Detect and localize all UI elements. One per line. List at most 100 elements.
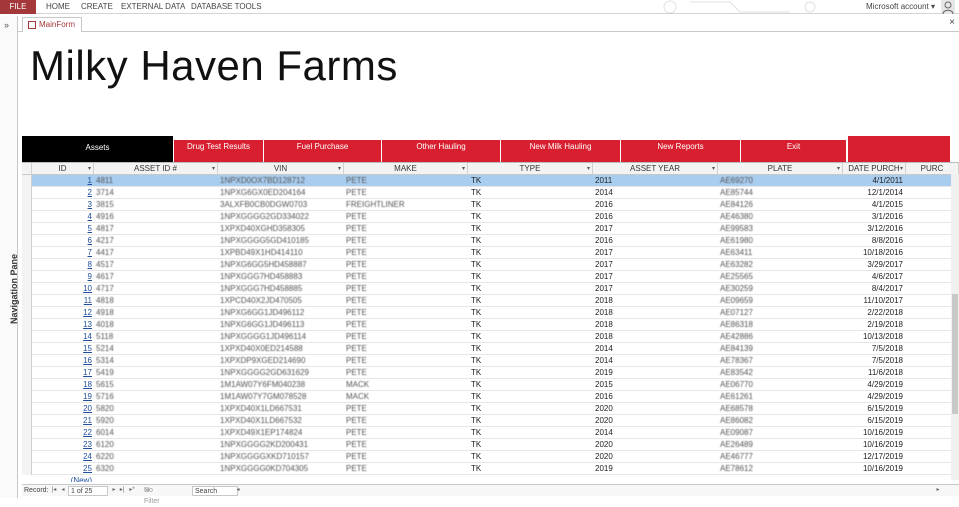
cell-plate[interactable]: AE46777	[720, 451, 840, 463]
column-header-make[interactable]: MAKE ▾	[344, 163, 468, 175]
cell-asset-year[interactable]: 2018	[595, 307, 715, 319]
cell-asset-year[interactable]: 2020	[595, 403, 715, 415]
cell-asset-id[interactable]: 5615	[96, 379, 216, 391]
fuel-purchase-button[interactable]: Fuel Purchase	[264, 140, 382, 162]
cell-type[interactable]: TK	[471, 391, 591, 403]
cell-asset-year[interactable]: 2014	[595, 187, 715, 199]
row-selector[interactable]	[22, 247, 32, 259]
cell-type[interactable]: TK	[471, 175, 591, 187]
cell-make[interactable]: PETE	[346, 451, 466, 463]
row-selector[interactable]	[22, 403, 32, 415]
cell-type[interactable]: TK	[471, 355, 591, 367]
cell-date-purch[interactable]: 3/29/2017	[845, 259, 903, 271]
assets-button[interactable]: Assets	[22, 136, 174, 162]
cell-type[interactable]: TK	[471, 331, 591, 343]
next-record-icon[interactable]: ▸	[110, 485, 118, 495]
cell-id[interactable]: 20	[32, 403, 92, 415]
cell-plate[interactable]: AE30259	[720, 283, 840, 295]
row-selector[interactable]	[22, 295, 32, 307]
cell-type[interactable]: TK	[471, 259, 591, 271]
cell-asset-year[interactable]: 2017	[595, 283, 715, 295]
cell-asset-id[interactable]: 5118	[96, 331, 216, 343]
row-selector[interactable]	[22, 355, 32, 367]
vertical-scrollbar[interactable]	[951, 174, 959, 480]
cell-id[interactable]: 23	[32, 439, 92, 451]
cell-type[interactable]: TK	[471, 187, 591, 199]
cell-make[interactable]: PETE	[346, 211, 466, 223]
cell-asset-id[interactable]: 4817	[96, 223, 216, 235]
row-selector[interactable]	[22, 319, 32, 331]
row-selector[interactable]	[22, 367, 32, 379]
table-row[interactable]: 13 4018 1NPXG6GG1JD496113 PETE TK 2018 AE86318…	[22, 319, 959, 331]
cell-date-purch[interactable]: 3/1/2016	[845, 211, 903, 223]
cell-type[interactable]: TK	[471, 247, 591, 259]
table-row[interactable]: 15 5214 1XPXD40X0ED214588 PETE TK 2014 AE84139…	[22, 343, 959, 355]
exit-button[interactable]: Exit	[741, 140, 847, 162]
cell-asset-id[interactable]: 5214	[96, 343, 216, 355]
cell-plate[interactable]: AE63411	[720, 247, 840, 259]
cell-asset-id[interactable]: 4818	[96, 295, 216, 307]
cell-id[interactable]: 22	[32, 427, 92, 439]
cell-id[interactable]: 18	[32, 379, 92, 391]
cell-make[interactable]: PETE	[346, 271, 466, 283]
cell-date-purch[interactable]: 4/6/2017	[845, 271, 903, 283]
row-selector[interactable]	[22, 283, 32, 295]
table-row[interactable]: 8 4517 1NPXG6GG5HD458887 PETE TK 2017 AE63282 3…	[22, 259, 959, 271]
cell-asset-year[interactable]: 2014	[595, 427, 715, 439]
cell-date-purch[interactable]: 7/5/2018	[845, 343, 903, 355]
cell-type[interactable]: TK	[471, 415, 591, 427]
cell-asset-year[interactable]: 2018	[595, 295, 715, 307]
search-input[interactable]: Search	[192, 486, 238, 496]
cell-id[interactable]: 21	[32, 415, 92, 427]
cell-date-purch[interactable]: 4/29/2019	[845, 379, 903, 391]
cell-date-purch[interactable]: 10/18/2016	[845, 247, 903, 259]
cell-vin[interactable]: 1NPXGGG7HD458885	[220, 283, 342, 295]
cell-plate[interactable]: AE63282	[720, 259, 840, 271]
cell-type[interactable]: TK	[471, 199, 591, 211]
cell-date-purch[interactable]: 10/16/2019	[845, 463, 903, 475]
cell-plate[interactable]: AE09659	[720, 295, 840, 307]
cell-plate[interactable]: AE07127	[720, 307, 840, 319]
cell-asset-year[interactable]: 2020	[595, 439, 715, 451]
cell-make[interactable]: PETE	[346, 283, 466, 295]
cell-make[interactable]: PETE	[346, 403, 466, 415]
cell-asset-year[interactable]: 2019	[595, 463, 715, 475]
new-record-icon[interactable]: ▸*	[128, 485, 136, 495]
cell-date-purch[interactable]: 4/1/2011	[845, 175, 903, 187]
cell-vin[interactable]: 1NPXD0OX7BD128712	[220, 175, 342, 187]
cell-asset-id[interactable]: 4217	[96, 235, 216, 247]
cell-asset-year[interactable]: 2016	[595, 391, 715, 403]
cell-vin[interactable]: 1XPBD49X1HD414110	[220, 247, 342, 259]
cell-asset-year[interactable]: 2020	[595, 451, 715, 463]
cell-asset-year[interactable]: 2017	[595, 247, 715, 259]
cell-asset-year[interactable]: 2017	[595, 271, 715, 283]
cell-type[interactable]: TK	[471, 271, 591, 283]
cell-plate[interactable]: AE61980	[720, 235, 840, 247]
table-row[interactable]: 3 3815 3ALXFB0CB0DGW0703 FREIGHTLINER TK 2016…	[22, 199, 959, 211]
cell-type[interactable]: TK	[471, 403, 591, 415]
cell-date-purch[interactable]: 10/16/2019	[845, 439, 903, 451]
cell-type[interactable]: TK	[471, 307, 591, 319]
row-selector[interactable]	[22, 331, 32, 343]
cell-date-purch[interactable]: 11/6/2018	[845, 367, 903, 379]
cell-asset-id[interactable]: 5716	[96, 391, 216, 403]
cell-asset-id[interactable]: 4517	[96, 259, 216, 271]
cell-make[interactable]: PETE	[346, 355, 466, 367]
ribbon-tab-external-data[interactable]: EXTERNAL DATA	[121, 0, 185, 14]
cell-id[interactable]: 5	[32, 223, 92, 235]
cell-vin[interactable]: 1XPXD40X0ED214588	[220, 343, 342, 355]
cell-asset-id[interactable]: 4417	[96, 247, 216, 259]
row-selector[interactable]	[22, 427, 32, 439]
cell-id[interactable]: 10	[32, 283, 92, 295]
cell-type[interactable]: TK	[471, 427, 591, 439]
cell-asset-id[interactable]: 5419	[96, 367, 216, 379]
cell-date-purch[interactable]: 4/1/2015	[845, 199, 903, 211]
cell-type[interactable]: TK	[471, 439, 591, 451]
scrollbar-thumb[interactable]	[952, 294, 958, 414]
table-row[interactable]: 2 3714 1NPXG6GX0ED204164 PETE TK 2014 AE85744 1…	[22, 187, 959, 199]
row-selector[interactable]	[22, 451, 32, 463]
cell-make[interactable]: PETE	[346, 343, 466, 355]
cell-type[interactable]: TK	[471, 343, 591, 355]
cell-asset-year[interactable]: 2018	[595, 331, 715, 343]
cell-date-purch[interactable]: 8/8/2016	[845, 235, 903, 247]
